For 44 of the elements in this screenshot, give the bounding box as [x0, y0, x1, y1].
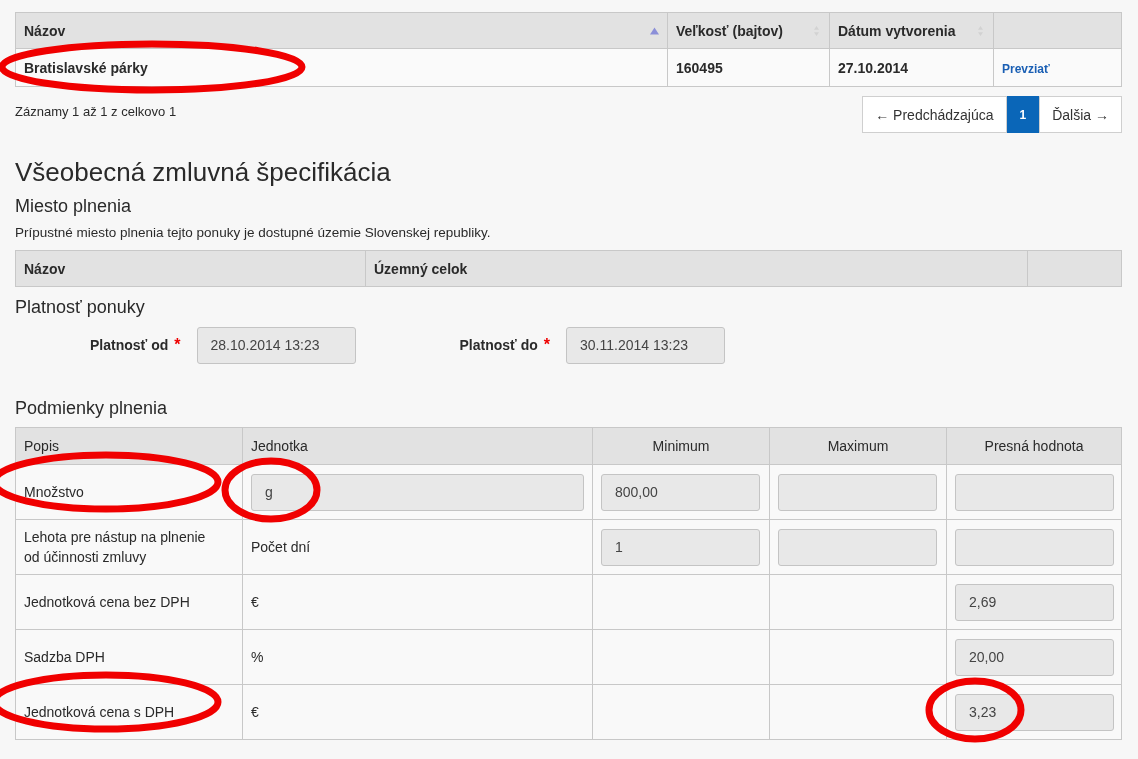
input-field[interactable]	[778, 528, 937, 566]
table-cell: Jednotková cena bez DPH	[15, 574, 243, 630]
column-header: Minimum	[592, 427, 770, 465]
required-mark: *	[543, 336, 550, 354]
page-title: Všeobecná zmluvná špecifikácia	[15, 157, 392, 188]
table-cell: Lehota pre nástup na plnenie od účinnosti zmluvy	[15, 519, 243, 575]
input-field[interactable]: 1	[601, 528, 760, 566]
section-heading: Miesto plnenia	[15, 196, 133, 217]
input-field[interactable]: 20,00	[955, 638, 1114, 676]
unit-text: €	[251, 704, 259, 720]
table-cell: 27.10.2014	[829, 48, 994, 87]
records-info: Záznamy 1 až 1 z celkovo 1	[15, 104, 177, 119]
column-header: Maximum	[769, 427, 947, 465]
input-field[interactable]: g	[251, 473, 584, 511]
next-page-button[interactable]: Ďalšia →	[1039, 96, 1122, 133]
unit-text: %	[251, 649, 264, 665]
sort-ascending-icon[interactable]	[650, 25, 659, 36]
unit-text: €	[251, 594, 259, 610]
input-field[interactable]: 800,00	[601, 473, 760, 511]
table-cell: 160495	[667, 48, 830, 87]
section-heading: Platnosť ponuky	[15, 297, 146, 318]
date-field[interactable]: 30.11.2014 13:23	[566, 326, 725, 364]
page-button[interactable]: 1	[1006, 96, 1040, 133]
input-field[interactable]	[955, 528, 1114, 566]
field-label: Platnosť od	[90, 337, 169, 353]
input-field[interactable]: 2,69	[955, 583, 1114, 621]
column-header: Územný celok	[365, 250, 1028, 287]
required-mark: *	[174, 336, 181, 354]
column-header: Názov	[15, 250, 366, 287]
column-header[interactable]: Názov	[15, 12, 668, 49]
field-label: Platnosť do	[459, 337, 538, 353]
description-text: Prípustné miesto plnenia tejto ponuky je dostupné územie Slovenskej republiky.	[15, 225, 492, 240]
column-header: Presná hodnota	[946, 427, 1122, 465]
column-header[interactable]: Veľkosť (bajtov)	[667, 12, 830, 49]
unit-text: Počet dní	[251, 539, 311, 555]
column-header[interactable]: Dátum vytvorenia	[829, 12, 994, 49]
section-heading: Podmienky plnenia	[15, 398, 169, 419]
input-field[interactable]	[955, 473, 1114, 511]
date-field[interactable]: 28.10.2014 13:23	[196, 326, 356, 364]
download-link[interactable]: Prevziať	[1002, 61, 1050, 76]
previous-page-button[interactable]: ← Predchádzajúca	[862, 96, 1007, 133]
input-field[interactable]: 3,23	[955, 693, 1114, 731]
input-field[interactable]	[778, 473, 937, 511]
column-header: Jednotka	[242, 427, 593, 465]
